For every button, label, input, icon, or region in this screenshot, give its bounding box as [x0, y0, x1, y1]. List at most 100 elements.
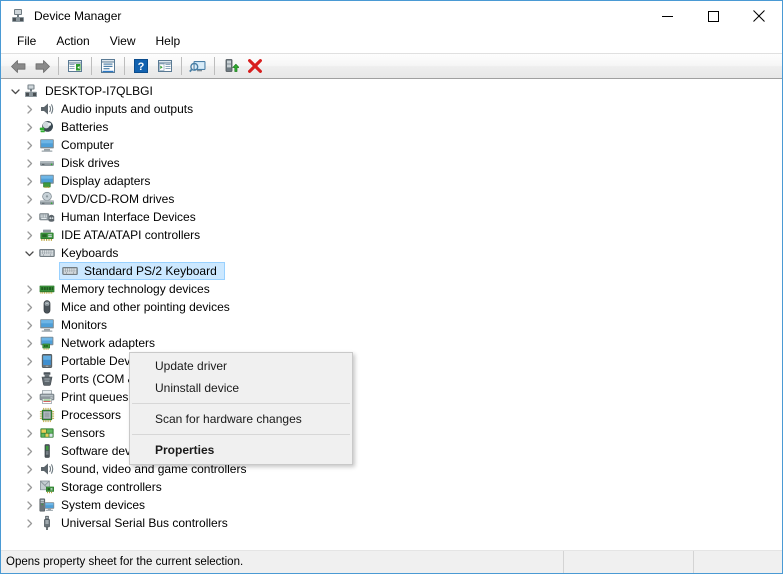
minimize-button[interactable] — [644, 1, 690, 31]
tree-row-content[interactable]: Human Interface Devices — [37, 208, 203, 226]
ctx-properties[interactable]: Properties — [130, 439, 352, 461]
chevron-right-icon[interactable] — [21, 317, 37, 333]
tree-row[interactable]: DVD/CD-ROM drives — [1, 190, 782, 208]
chevron-right-icon[interactable] — [21, 227, 37, 243]
tree-row[interactable]: Keyboards — [1, 244, 782, 262]
tree-row-content[interactable]: Network adapters — [37, 334, 162, 352]
tree-row-content[interactable]: Memory technology devices — [37, 280, 217, 298]
device-tree[interactable]: DESKTOP-I7QLBGI Audio inputs and outputs… — [1, 79, 782, 550]
tree-row-content[interactable]: Print queues — [37, 388, 135, 406]
tree-row-root[interactable]: DESKTOP-I7QLBGI — [1, 82, 782, 100]
tree-row-content[interactable]: Monitors — [37, 316, 114, 334]
uninstall-device-icon[interactable] — [243, 55, 267, 77]
menu-action[interactable]: Action — [46, 32, 99, 52]
tree-row-content[interactable]: Keyboards — [37, 244, 125, 262]
tree-row[interactable]: Universal Serial Bus controllers — [1, 514, 782, 532]
menu-help[interactable]: Help — [146, 32, 191, 52]
tree-row-content[interactable]: Sensors — [37, 424, 112, 442]
chevron-right-icon[interactable] — [21, 335, 37, 351]
tree-row[interactable]: Ports (COM & LPT) — [1, 370, 782, 388]
svg-text:?: ? — [138, 61, 145, 73]
tree-row-content[interactable]: IDE ATA/ATAPI controllers — [37, 226, 207, 244]
chevron-right-icon[interactable] — [21, 281, 37, 297]
ctx-scan-for-hardware-changes[interactable]: Scan for hardware changes — [130, 408, 352, 430]
chevron-right-icon[interactable] — [21, 443, 37, 459]
chevron-right-icon[interactable] — [21, 389, 37, 405]
back-arrow-icon[interactable] — [6, 55, 30, 77]
help-icon[interactable]: ? — [129, 55, 153, 77]
context-menu[interactable]: Update driver Uninstall device Scan for … — [129, 352, 353, 465]
tree-row[interactable]: Print queues — [1, 388, 782, 406]
menu-file[interactable]: File — [7, 32, 46, 52]
tree-row-content[interactable]: Batteries — [37, 118, 115, 136]
chevron-right-icon[interactable] — [21, 515, 37, 531]
chevron-right-icon[interactable] — [21, 497, 37, 513]
tree-row[interactable]: Display adapters — [1, 172, 782, 190]
chevron-down-icon[interactable] — [21, 245, 37, 261]
tree-row[interactable]: Computer — [1, 136, 782, 154]
tree-row[interactable]: Disk drives — [1, 154, 782, 172]
tree-row[interactable]: System devices — [1, 496, 782, 514]
chevron-right-icon[interactable] — [21, 371, 37, 387]
close-button[interactable] — [736, 1, 782, 31]
chevron-down-icon[interactable] — [7, 83, 23, 99]
forward-arrow-icon[interactable] — [30, 55, 54, 77]
tree-row[interactable]: Sensors — [1, 424, 782, 442]
tree-row[interactable]: Portable Devices — [1, 352, 782, 370]
tree-row[interactable]: Mice and other pointing devices — [1, 298, 782, 316]
scan-for-hardware-changes-icon[interactable] — [186, 55, 210, 77]
tree-row[interactable]: Human Interface Devices — [1, 208, 782, 226]
chevron-right-icon[interactable] — [21, 299, 37, 315]
chevron-right-icon[interactable] — [21, 407, 37, 423]
tree-row[interactable]: Software devices — [1, 442, 782, 460]
tree-row[interactable]: Network adapters — [1, 334, 782, 352]
chevron-right-icon[interactable] — [21, 353, 37, 369]
update-driver-icon[interactable] — [219, 55, 243, 77]
menu-view[interactable]: View — [100, 32, 146, 52]
tree-row[interactable]: Processors — [1, 406, 782, 424]
tree-row-content[interactable]: Storage controllers — [37, 478, 169, 496]
keyboard-icon — [62, 263, 78, 279]
ctx-uninstall-device[interactable]: Uninstall device — [130, 377, 352, 399]
chevron-right-icon[interactable] — [21, 191, 37, 207]
speaker-icon — [39, 101, 55, 117]
maximize-button[interactable] — [690, 1, 736, 31]
chevron-right-icon[interactable] — [21, 119, 37, 135]
chevron-right-icon[interactable] — [21, 209, 37, 225]
tree-row-content[interactable]: Disk drives — [37, 154, 127, 172]
chevron-right-icon[interactable] — [21, 155, 37, 171]
tree-row-content[interactable]: Processors — [37, 406, 128, 424]
show-hide-console-tree-icon[interactable] — [63, 55, 87, 77]
tree-label: Universal Serial Bus controllers — [61, 515, 232, 531]
tree-row[interactable]: Audio inputs and outputs — [1, 100, 782, 118]
properties-icon[interactable] — [96, 55, 120, 77]
tree-row-content[interactable]: System devices — [37, 496, 152, 514]
tree-row-content[interactable]: DVD/CD-ROM drives — [37, 190, 181, 208]
tree-row[interactable]: Memory technology devices — [1, 280, 782, 298]
chevron-right-icon[interactable] — [21, 173, 37, 189]
tree-row-content[interactable]: Mice and other pointing devices — [37, 298, 237, 316]
tree-row-content[interactable]: Display adapters — [37, 172, 157, 190]
show-hide-action-pane-icon[interactable] — [153, 55, 177, 77]
status-panel-3 — [694, 551, 782, 573]
portable-device-icon — [39, 353, 55, 369]
tree-row-content[interactable]: Computer — [37, 136, 121, 154]
tree-row[interactable]: IDE ATA/ATAPI controllers — [1, 226, 782, 244]
tree-row[interactable]: Storage controllers — [1, 478, 782, 496]
tree-row[interactable]: Monitors — [1, 316, 782, 334]
tree-row[interactable]: Batteries — [1, 118, 782, 136]
chevron-right-icon[interactable] — [21, 137, 37, 153]
tree-row[interactable]: Sound, video and game controllers — [1, 460, 782, 478]
hid-icon — [39, 209, 55, 225]
ctx-update-driver[interactable]: Update driver — [130, 355, 352, 377]
chevron-right-icon[interactable] — [21, 425, 37, 441]
tree-row[interactable]: Standard PS/2 Keyboard — [1, 262, 782, 280]
tree-row-content[interactable]: Universal Serial Bus controllers — [37, 514, 235, 532]
chevron-right-icon[interactable] — [21, 479, 37, 495]
chevron-right-icon[interactable] — [21, 461, 37, 477]
chevron-right-icon[interactable] — [21, 101, 37, 117]
tree-label: Monitors — [61, 317, 111, 333]
tree-row-content[interactable]: Audio inputs and outputs — [37, 100, 200, 118]
title-bar-left: Device Manager — [1, 8, 121, 24]
tree-row-selected[interactable]: Standard PS/2 Keyboard — [59, 262, 225, 280]
